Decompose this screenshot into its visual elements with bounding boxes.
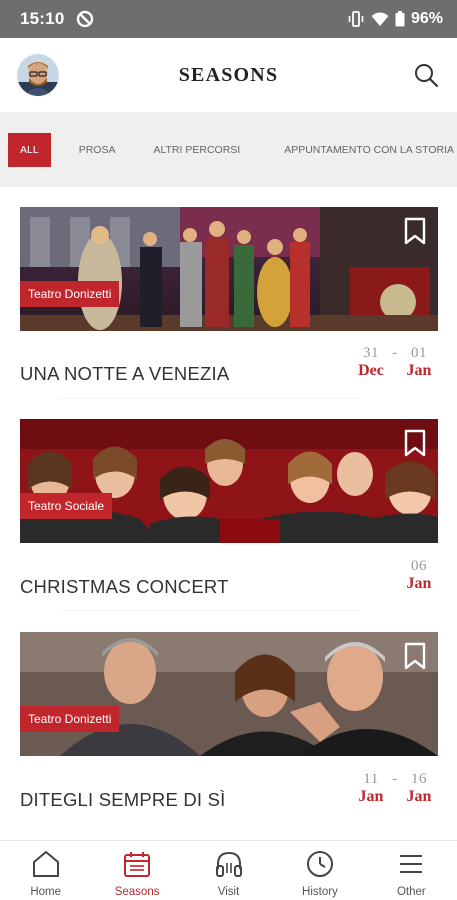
nav-home[interactable]: Home — [0, 841, 91, 900]
nav-label: Seasons — [114, 886, 160, 898]
filter-appuntamento-con-la-storia[interactable]: APPUNTAMENTO CON LA STORIA — [270, 133, 457, 167]
bookmark-icon[interactable] — [404, 429, 426, 457]
status-time: 15:10 — [20, 9, 65, 28]
event-image[interactable]: Teatro Sociale — [20, 419, 438, 543]
venue-badge: Teatro Sociale — [20, 493, 113, 519]
event-dates: 31-01 Dec Jan — [356, 345, 434, 380]
nav-visit[interactable]: Visit — [183, 841, 274, 900]
event-title[interactable]: DITEGLI SEMPRE DI SÌ — [20, 789, 226, 811]
data-saver-icon — [77, 10, 94, 28]
page-title: SEASONS — [178, 63, 279, 86]
event-card[interactable]: Teatro Sociale CHRISTMAS CONCERT 06 Jan — [20, 419, 438, 597]
event-title[interactable]: UNA NOTTE A VENEZIA — [20, 363, 229, 385]
end-month: Jan — [406, 362, 432, 379]
bottom-navigation: Home Seasons Visit History Other — [0, 840, 457, 900]
event-card[interactable]: Teatro Donizetti DITEGLI SEMPRE DI SÌ 11… — [20, 632, 438, 810]
battery-level: 96% — [410, 10, 443, 27]
event-dates: 06 Jan — [404, 558, 434, 593]
event-image[interactable]: Teatro Donizetti — [20, 207, 438, 331]
venue-badge: Teatro Donizetti — [20, 706, 120, 732]
nav-history[interactable]: History — [274, 841, 365, 900]
event-dates: 11-16 Jan Jan — [356, 771, 434, 806]
headphones-icon — [215, 851, 242, 877]
nav-label: Other — [396, 886, 426, 898]
venue-badge: Teatro Donizetti — [20, 281, 120, 307]
category-filter-bar: ALL PROSA ALTRI PERCORSI APPUNTAMENTO CO… — [0, 112, 457, 187]
filter-prosa[interactable]: PROSA — [65, 133, 130, 167]
app-header: SEASONS — [0, 38, 457, 112]
start-month: Jan — [406, 575, 432, 592]
status-bar: 15:10 96% — [0, 0, 457, 38]
wifi-icon — [371, 12, 389, 26]
start-month: Dec — [358, 362, 384, 379]
event-title[interactable]: CHRISTMAS CONCERT — [20, 576, 229, 598]
calendar-icon — [124, 852, 151, 877]
filter-all[interactable]: ALL — [8, 132, 51, 167]
nav-seasons[interactable]: Seasons — [91, 841, 182, 900]
divider — [60, 610, 360, 611]
nav-label: Home — [30, 886, 62, 898]
avatar[interactable] — [17, 54, 59, 96]
start-day: 06 — [411, 558, 427, 574]
nav-other[interactable]: Other — [366, 841, 457, 900]
menu-icon — [400, 855, 423, 873]
event-card[interactable]: Teatro Donizetti UNA NOTTE A VENEZIA 31-… — [20, 207, 438, 384]
home-icon — [32, 851, 59, 877]
end-day: 01 — [411, 345, 427, 361]
clock-icon — [306, 851, 333, 877]
start-month: Jan — [358, 788, 384, 805]
nav-label: History — [302, 886, 338, 898]
event-image[interactable]: Teatro Donizetti — [20, 632, 438, 756]
end-month: Jan — [406, 788, 432, 805]
end-day: 16 — [411, 771, 427, 787]
vibrate-icon — [348, 11, 364, 27]
nav-label: Visit — [217, 886, 240, 898]
start-day: 31 — [363, 345, 379, 361]
bookmark-icon[interactable] — [404, 642, 426, 670]
bookmark-icon[interactable] — [404, 217, 426, 245]
filter-altri-percorsi[interactable]: ALTRI PERCORSI — [139, 133, 254, 167]
search-icon[interactable] — [413, 62, 439, 88]
battery-icon — [395, 11, 405, 27]
start-day: 11 — [363, 771, 379, 787]
divider — [60, 398, 360, 399]
